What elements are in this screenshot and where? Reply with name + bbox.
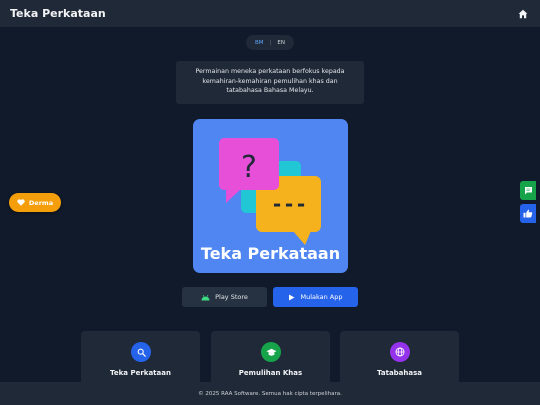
search-icon [137,348,146,357]
app-description: Permainan meneka perkataan berfokus kepa… [176,61,364,104]
home-icon [518,9,528,18]
logo-text: Teka Perkataan [200,244,341,263]
lang-en-option[interactable]: EN [277,40,285,46]
question-mark: ? [241,150,257,185]
card-icon-circle [261,342,281,362]
donate-button[interactable]: Derma [9,193,61,212]
app-logo: ? --- Teka Perkataan [193,119,348,273]
launch-app-button[interactable]: Mulakan App [273,287,358,307]
android-icon [201,294,210,300]
footer-copyright: © 2025 RAA Software. Semua hak cipta ter… [198,390,342,397]
footer: © 2025 RAA Software. Semua hak cipta ter… [0,382,540,405]
donate-label: Derma [28,198,54,207]
feedback-button[interactable] [520,181,536,200]
graduation-cap-icon [266,348,276,356]
card-icon-circle [390,342,410,362]
thumbs-up-icon [523,209,533,218]
card-title: Teka Perkataan [110,369,171,377]
play-icon [289,294,295,300]
globe-icon [395,347,405,357]
card-icon-circle [131,342,151,362]
play-store-button[interactable]: Play Store [182,287,267,307]
app-title: Teka Perkataan [10,7,106,20]
logo-dashes: --- [271,192,307,216]
like-button[interactable] [520,204,536,223]
home-button[interactable] [516,7,530,21]
lang-separator: | [269,39,272,46]
heart-icon [17,199,25,206]
play-store-label: Play Store [215,293,248,301]
language-toggle: BM | EN [246,35,294,50]
launch-app-label: Mulakan App [300,293,343,301]
app-header: Teka Perkataan [0,0,540,27]
lang-bm-option[interactable]: BM [255,40,264,46]
card-title: Tatabahasa [377,369,422,377]
card-title: Pemulihan Khas [238,369,303,377]
chat-icon [524,187,532,195]
